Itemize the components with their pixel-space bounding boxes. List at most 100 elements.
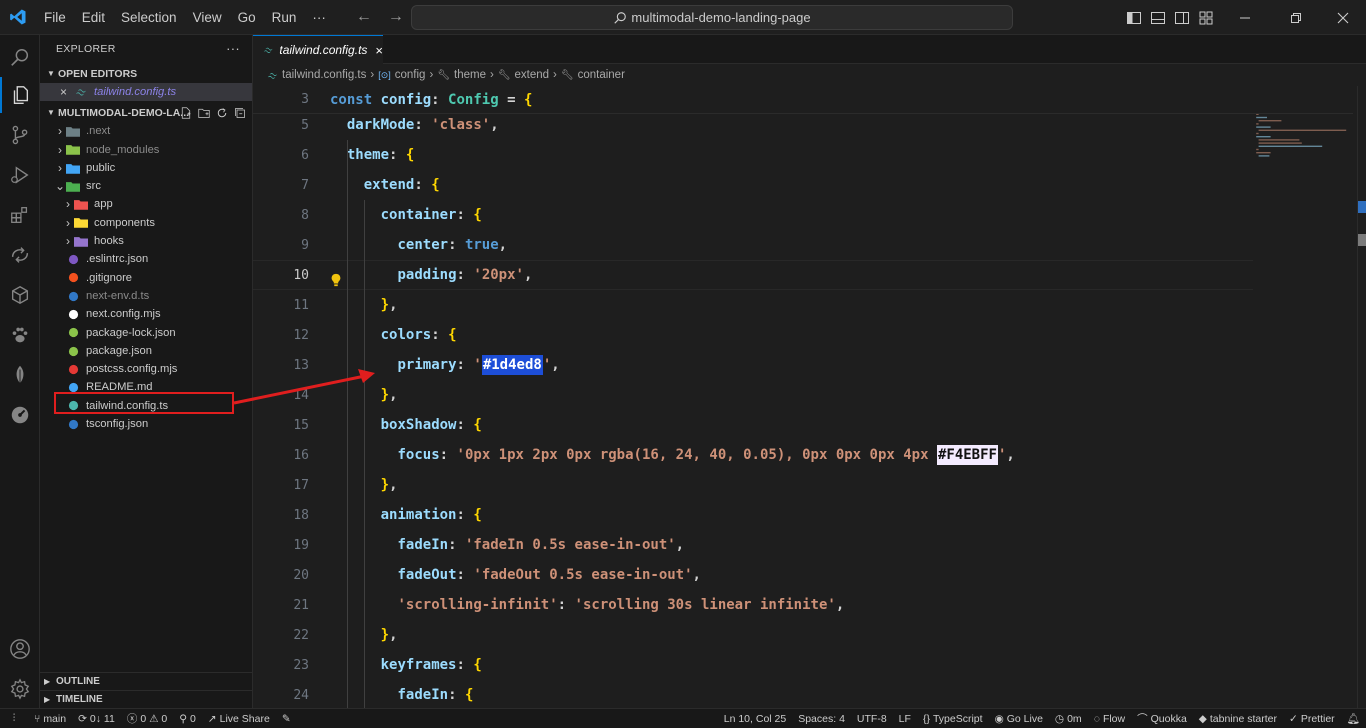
breadcrumb-theme[interactable]: theme — [454, 69, 486, 81]
timeline-section-header[interactable]: ▶ TIMELINE — [40, 690, 253, 708]
file-item[interactable]: .gitignore — [40, 269, 252, 287]
language-mode[interactable]: {} TypeScript — [917, 713, 989, 725]
new-file-icon[interactable] — [180, 107, 192, 119]
code-line[interactable]: 9 center: true, — [253, 230, 1253, 260]
code-line[interactable]: 21 'scrolling-infinit': 'scrolling 30s l… — [253, 590, 1253, 620]
run-debug-icon[interactable] — [0, 155, 40, 195]
remote-explorer-icon[interactable] — [0, 235, 40, 275]
editor-tab-tailwind-config[interactable]: tailwind.config.ts × — [253, 35, 383, 64]
go-live-button[interactable]: ◉ Go Live — [989, 713, 1049, 725]
forward-arrow-icon[interactable]: → — [380, 8, 412, 26]
editor-scrollbar[interactable] — [1357, 86, 1366, 708]
paw-icon[interactable] — [0, 315, 40, 355]
live-share-button[interactable]: ↗ Live Share — [202, 713, 276, 725]
notifications-button[interactable]: 🔔︎ — [1341, 712, 1366, 725]
menu-more[interactable]: ··· — [304, 0, 334, 35]
code-line[interactable]: 24 fadeIn: { — [253, 680, 1253, 708]
breadcrumb-extend[interactable]: extend — [515, 69, 550, 81]
minimize-button[interactable] — [1239, 0, 1251, 35]
project-folder-header[interactable]: ▼ MULTIMODAL-DEMO-LA... — [40, 104, 252, 122]
breadcrumb-file[interactable]: tailwind.config.ts — [282, 69, 366, 81]
explorer-more-actions-icon[interactable]: ··· — [226, 35, 240, 63]
open-editors-header[interactable]: ▼ OPEN EDITORS — [40, 65, 252, 83]
encoding[interactable]: UTF-8 — [851, 713, 893, 725]
menu-edit[interactable]: Edit — [74, 0, 113, 35]
code-line[interactable]: 20 fadeOut: 'fadeOut 0.5s ease-in-out', — [253, 560, 1253, 590]
code-line[interactable]: 5 darkMode: 'class', — [253, 110, 1253, 140]
back-arrow-icon[interactable]: ← — [348, 8, 380, 26]
containers-icon[interactable] — [0, 275, 40, 315]
indentation[interactable]: Spaces: 4 — [792, 713, 851, 725]
code-line[interactable]: 19 fadeIn: 'fadeIn 0.5s ease-in-out', — [253, 530, 1253, 560]
end-of-line[interactable]: LF — [893, 713, 917, 725]
folder-item[interactable]: › public — [40, 159, 252, 177]
menu-file[interactable]: File — [36, 0, 74, 35]
settings-gear-icon[interactable] — [0, 669, 40, 709]
code-line[interactable]: 12 colors: { — [253, 320, 1253, 350]
menu-view[interactable]: View — [185, 0, 230, 35]
file-item[interactable]: postcss.config.mjs — [40, 360, 252, 378]
folder-item[interactable]: › hooks — [40, 232, 252, 250]
source-control-icon[interactable] — [0, 115, 40, 155]
gauge-icon[interactable] — [0, 395, 40, 435]
file-item[interactable]: next.config.mjs — [40, 305, 252, 323]
menu-go[interactable]: Go — [230, 0, 264, 35]
outline-section-header[interactable]: ▶ OUTLINE — [40, 672, 253, 690]
toggle-secondary-sidebar-icon[interactable] — [1174, 10, 1190, 26]
close-window-button[interactable] — [1337, 0, 1349, 35]
explorer-icon[interactable] — [0, 75, 40, 115]
file-item[interactable]: next-env.d.ts — [40, 287, 252, 305]
ports-indicator[interactable]: ⚲ 0 — [173, 713, 202, 725]
breadcrumb-config[interactable]: config — [395, 69, 426, 81]
code-editor[interactable]: 4 content: ['./src/**/*.{js,ts,jsx,tsx}'… — [253, 86, 1353, 708]
problems-indicator[interactable]: ⓧ 0 ⚠ 0 — [121, 711, 173, 726]
code-line[interactable]: 7 extend: { — [253, 170, 1253, 200]
code-line[interactable]: 8 container: { — [253, 200, 1253, 230]
menu-selection[interactable]: Selection — [113, 0, 185, 35]
timer[interactable]: ◷ 0m — [1049, 713, 1088, 725]
flow-button[interactable]: ◌ Flow — [1088, 713, 1131, 725]
remote-indicator[interactable]: ⫶ — [0, 713, 28, 724]
breadcrumb-container[interactable]: container — [578, 69, 625, 81]
folder-item[interactable]: › node_modules — [40, 141, 252, 159]
file-item[interactable]: package.json — [40, 342, 252, 360]
brush-button[interactable]: ✎ — [276, 713, 297, 725]
accounts-icon[interactable] — [0, 629, 40, 669]
code-line[interactable]: 16 focus: '0px 1px 2px 0px rgba(16, 24, … — [253, 440, 1253, 470]
folder-item[interactable]: › components — [40, 214, 252, 232]
cursor-position[interactable]: Ln 10, Col 25 — [718, 713, 792, 725]
code-line[interactable]: 14 }, — [253, 380, 1253, 410]
file-item[interactable]: tsconfig.json — [40, 415, 252, 433]
prettier-button[interactable]: ✓ Prettier — [1283, 713, 1341, 725]
code-line[interactable]: 15 boxShadow: { — [253, 410, 1253, 440]
file-item[interactable]: package-lock.json — [40, 324, 252, 342]
lightbulb-icon[interactable] — [329, 273, 343, 287]
new-folder-icon[interactable] — [198, 107, 210, 119]
folder-item[interactable]: › .next — [40, 122, 252, 140]
git-branch[interactable]: ⑂ main — [28, 713, 72, 725]
git-sync[interactable]: ⟳ 0↓ 11 — [72, 713, 121, 725]
search-activity-icon[interactable] — [0, 38, 40, 78]
code-line[interactable]: 17 }, — [253, 470, 1253, 500]
menu-run[interactable]: Run — [264, 0, 305, 35]
close-editor-icon[interactable]: × — [60, 83, 74, 101]
code-line[interactable]: 10 padding: '20px', — [253, 260, 1253, 290]
toggle-primary-sidebar-icon[interactable] — [1126, 10, 1142, 26]
quokka-button[interactable]: ⌒ Quokka — [1131, 711, 1193, 726]
close-tab-icon[interactable]: × — [375, 43, 383, 58]
collapse-all-icon[interactable] — [234, 107, 246, 119]
code-line[interactable]: 18 animation: { — [253, 500, 1253, 530]
tabnine-button[interactable]: ◆ tabnine starter — [1193, 713, 1283, 725]
customize-layout-icon[interactable] — [1198, 10, 1214, 26]
code-line[interactable]: 22 }, — [253, 620, 1253, 650]
leaf-icon[interactable] — [0, 355, 40, 395]
folder-item[interactable]: ⌄ src — [40, 177, 252, 195]
file-item[interactable]: .eslintrc.json — [40, 250, 252, 268]
code-line[interactable]: 6 theme: { — [253, 140, 1253, 170]
code-line[interactable]: 13 primary: '#1d4ed8', — [253, 350, 1253, 380]
command-center-search[interactable]: multimodal-demo-landing-page — [411, 5, 1013, 30]
folder-item[interactable]: › app — [40, 195, 252, 213]
restore-button[interactable] — [1290, 0, 1302, 35]
open-editor-item[interactable]: × tailwind.config.ts — [40, 83, 252, 102]
extensions-icon[interactable] — [0, 195, 40, 235]
